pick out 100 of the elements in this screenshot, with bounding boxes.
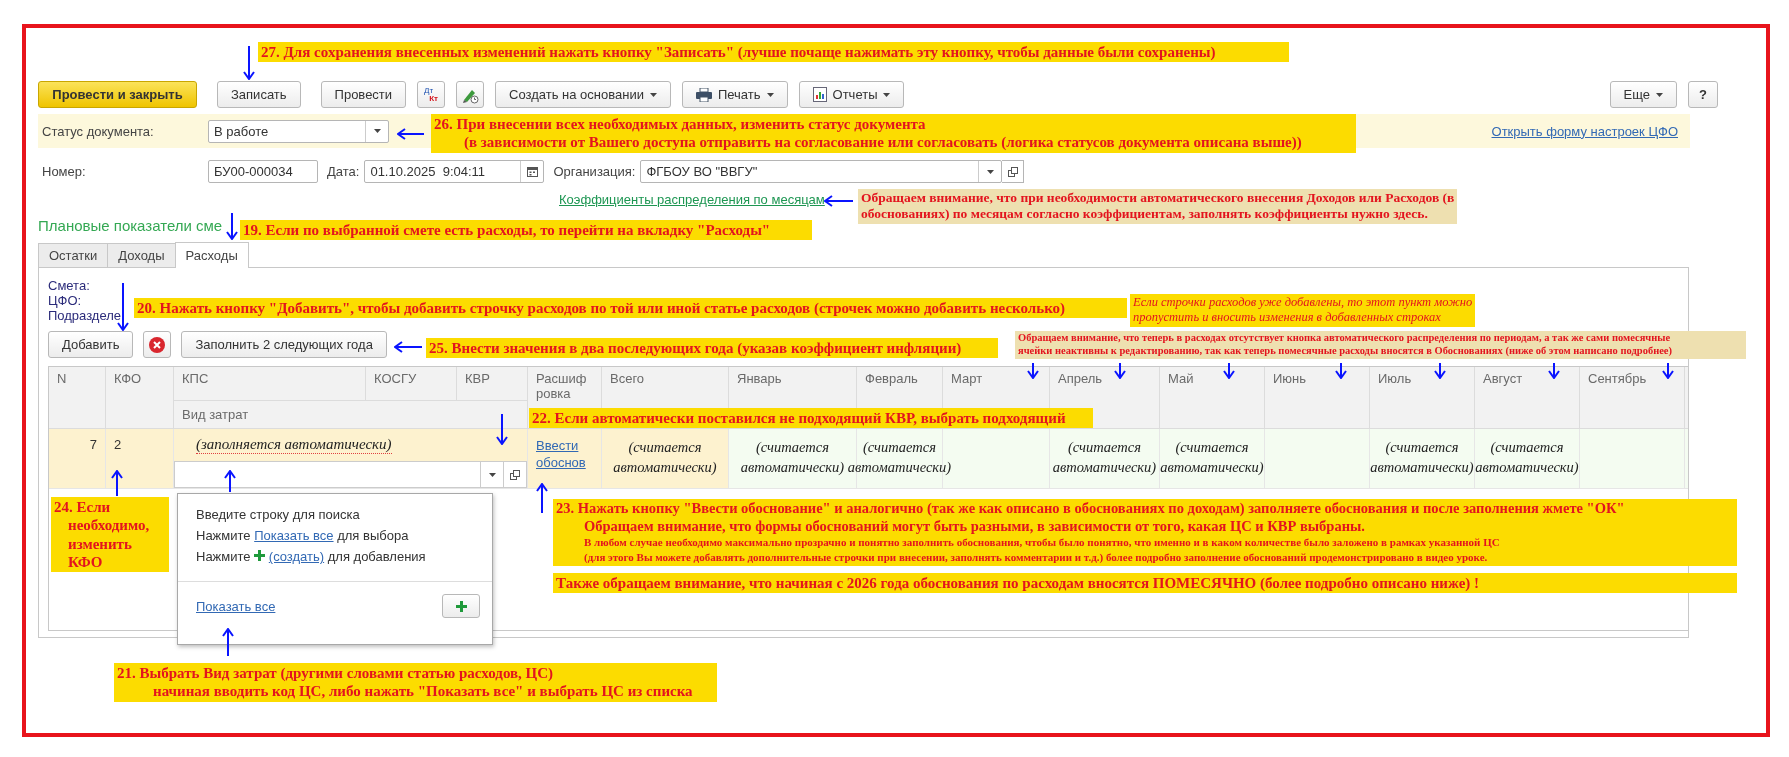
pointer-arrow (536, 483, 548, 513)
column-header[interactable]: Всего (602, 367, 729, 400)
hint-text: Нажмите (создать) для добавления (196, 548, 427, 566)
column-header[interactable]: Январь (729, 367, 857, 400)
auto-calc-note: (считается автоматически) (613, 438, 717, 477)
column-header[interactable]: Расшиф ровка (528, 367, 602, 400)
field-label: Номер: (42, 164, 87, 179)
status-select[interactable]: В работе (208, 119, 389, 143)
column-header[interactable]: Апрель (1050, 367, 1160, 400)
caret-icon (1656, 92, 1663, 97)
date-field[interactable]: 01.10.2025 9:04:11 (364, 160, 545, 183)
pointer-arrow (1662, 363, 1674, 379)
tab[interactable]: Расходы (174, 242, 249, 268)
column-header[interactable]: Февраль (857, 367, 943, 400)
callout-note: 21. Выбрать Вид затрат (другими словами статью расходов, ЦС) начиная вводить код ЦС, либо нажать "Показать все" и выбрать ЦС из списка (114, 663, 717, 702)
more-button[interactable]: Еще (1609, 81, 1677, 108)
caret-icon (649, 92, 657, 97)
auto-calc-note: (считается автоматически) (1052, 438, 1157, 477)
section-title: Плановые показатели сме (38, 217, 223, 236)
open-window-icon (1007, 166, 1018, 177)
auto-calc-note: (считается автоматически) (1370, 438, 1474, 477)
field-label: Организация: (553, 164, 636, 179)
add-button[interactable] (442, 594, 480, 618)
pointer-arrow (397, 128, 424, 140)
pointer-arrow (496, 414, 508, 445)
pointer-arrow (394, 341, 422, 353)
column-header[interactable]: Июль (1370, 367, 1475, 400)
show-all-link[interactable]: Показать все (196, 598, 276, 614)
callout-note: 25. Внести значения в два последующих года (указав коэффициент инфляции) (426, 338, 998, 359)
toolbar-button[interactable]: Записать (217, 81, 301, 108)
column-header[interactable]: КФО (106, 367, 174, 400)
hint-text: Введите строку для поиска (196, 506, 361, 524)
column-header[interactable]: КВР (457, 367, 528, 400)
table-cell: 2 (106, 429, 174, 489)
number-field[interactable]: БУ00-000034 (208, 160, 318, 183)
auto-calc-note: (считается автоматически) (740, 438, 845, 477)
column-header[interactable]: N (49, 367, 106, 400)
pointer-arrow (824, 195, 853, 207)
plus-icon (254, 550, 266, 561)
calendar-icon (526, 166, 538, 177)
callout-note: Обращаем внимание, что теперь в расходах отсутствует кнопка автоматического распределения по периодам, а так же сами помесячные ячейки неактивны к редактированию, так как теперь помесячные расходы вносятся в Обоснованиях (ниже об этом написано подробнее) (1015, 331, 1746, 359)
column-header[interactable]: КПС (174, 367, 366, 400)
pointer-arrow (111, 470, 123, 496)
pen-button[interactable] (456, 81, 485, 108)
callout-note: Если строчки расходов уже добавлены, то этот пункт можно пропустить и вносить изменения в добавленных строках (1130, 294, 1476, 327)
tab[interactable]: Остатки (38, 243, 109, 267)
tab[interactable]: Доходы (107, 243, 176, 267)
pointer-arrow (243, 46, 255, 80)
column-header[interactable]: Май (1160, 367, 1265, 400)
column-header[interactable]: Август (1475, 367, 1580, 400)
pointer-arrow (1114, 363, 1126, 379)
caret-icon (373, 129, 381, 133)
expense-type-field[interactable] (174, 461, 527, 488)
field-label: ЦФО: (48, 293, 83, 308)
settings-link[interactable]: Открыть форму настроек ЦФО (1491, 123, 1678, 139)
caret-icon (986, 169, 994, 174)
delete-button[interactable] (143, 331, 172, 358)
table-cell: 7 (49, 429, 106, 489)
debit-credit-button[interactable]: Дт Кт (417, 81, 446, 108)
pointer-arrow (224, 470, 236, 492)
auto-calc-note: (считается автоматически) (847, 438, 952, 477)
pointer-arrow (1027, 363, 1039, 379)
coefficients-link[interactable]: Коэффициенты распределения по месяцам (559, 192, 825, 207)
callout-note: 20. Нажать кнопку "Добавить", чтобы добавить строчку расходов по той или иной статье расходов (строчек можно добавить несколько) (134, 298, 1127, 319)
fill-years-button[interactable]: Заполнить 2 следующих года (181, 331, 387, 358)
create-link[interactable]: (создать) (268, 549, 325, 564)
menu-button[interactable]: Создать на основании (495, 81, 671, 108)
post-and-close-button[interactable]: Провести и закрыть (38, 81, 197, 108)
callout-note: 19. Если по выбранной смете есть расходы, то перейти на вкладку "Расходы" (240, 220, 812, 241)
justification-link[interactable]: Ввести обоснов (536, 437, 586, 471)
column-header[interactable]: Март (943, 367, 1050, 400)
toolbar-button[interactable]: Провести (320, 81, 407, 108)
column-header[interactable]: Июнь (1265, 367, 1370, 400)
help-button[interactable]: ? (1688, 81, 1718, 108)
printer-icon (695, 87, 712, 102)
report-icon (812, 87, 827, 102)
callout-note: 24. Если необходимо, изменить КФО (51, 497, 169, 573)
caret-icon (766, 92, 774, 97)
auto-fill-note: (заполняется автоматически) (196, 436, 392, 454)
add-button[interactable]: Добавить (48, 331, 134, 358)
menu-button[interactable]: Отчеты (798, 81, 905, 108)
open-button[interactable] (1002, 160, 1025, 183)
callout-note: Обращаем внимание, что при необходимости автоматического внесения Доходов или Расходов (в обоснованиях) по месяцам согласно коэффициентам, заполнять коэффициенты нужно здесь. (858, 189, 1458, 224)
callout-note: 23. Нажать кнопку "Ввести обоснование" и аналогично (так же как описано в обоснованиях по доходам) заполняете обоснования и после заполнения жмете "ОК" Обращаем внимание, что формы обоснований могут быть разными, в зависимости от того, какая ЦС и КВР выбраны. В любом случае необходимо максимально прозрачно и понятно заполнить обоснования, чтобы было понятно, что именно и в каком количестве было заложено в рамках указанной ЦС (для этого Вы можете добавлять дополнительные строчки при внесении, заполнять комментарии и т.д.) более подробно заполнение обоснований продемонстрировано в видео уроке. (553, 499, 1737, 567)
caret-icon (883, 92, 891, 97)
column-header[interactable]: КОСГУ (366, 367, 457, 400)
menu-button[interactable]: Печать (681, 81, 788, 108)
callout-note: 27. Для сохранения внесенных изменений нажать кнопку "Записать" (лучше почаще нажимать эту кнопку, чтобы данные были сохранены) (258, 42, 1289, 63)
pointer-arrow (1335, 363, 1347, 379)
field-label: Статус документа: (42, 123, 155, 139)
organization-field[interactable]: ФГБОУ ВО "ВВГУ" (640, 160, 1003, 183)
column-header[interactable]: Сентябрь (1580, 367, 1685, 400)
pointer-arrow (1548, 363, 1560, 379)
open-window-icon (510, 469, 520, 480)
callout-note: Также обращаем внимание, что начиная с 2026 года обоснования по расходам вносятся ПОМЕСЯЧНО (более подробно описано ниже) ! (553, 573, 1737, 594)
auto-calc-note: (считается автоматически) (1475, 438, 1579, 477)
field-label: Подразделе (48, 308, 123, 323)
pointer-arrow (222, 628, 234, 656)
callout-note: 26. При внесении всех необходимых данных, изменить статус документа (в зависимости от Вашего доступа отправить на согласование или согласовать (логика статусов документа описана выше)) (431, 114, 1356, 153)
show-all-link[interactable]: Показать все (254, 528, 334, 543)
